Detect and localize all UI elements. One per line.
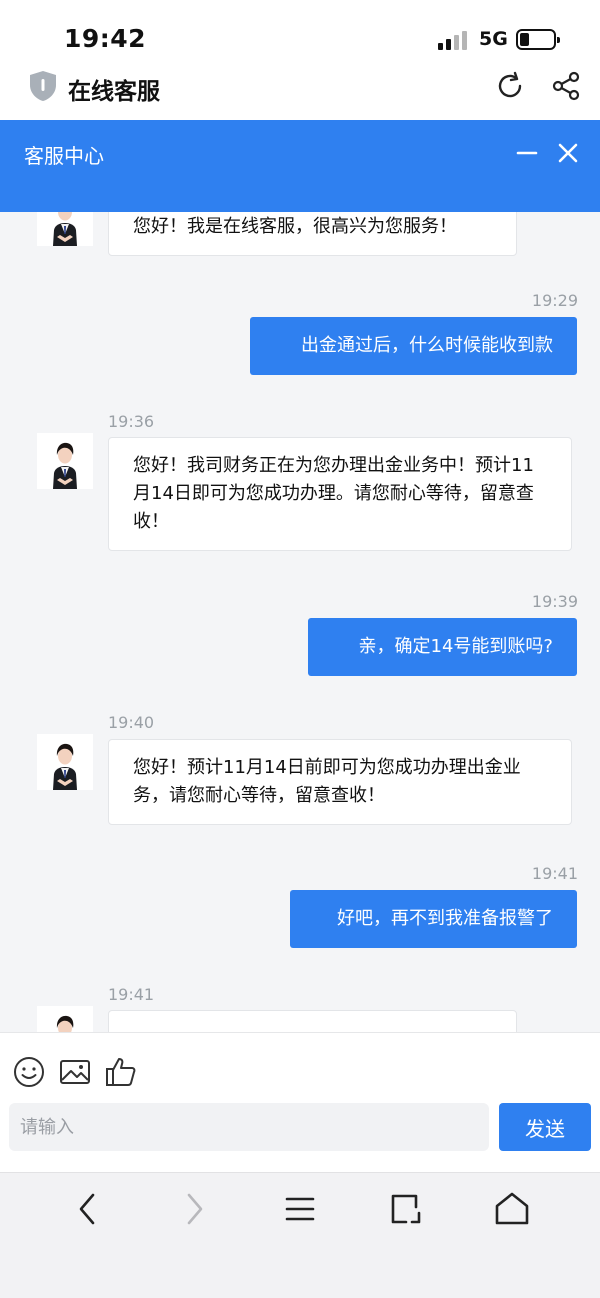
message-input-row: 发送 bbox=[0, 1100, 600, 1172]
message-bubble-incoming: 您好！我是在线客服，很高兴为您服务！ bbox=[108, 212, 517, 256]
message-time: 19:39 bbox=[531, 592, 578, 611]
image-icon[interactable] bbox=[58, 1055, 92, 1089]
chat-title: 客服中心 bbox=[24, 144, 104, 168]
agent-avatar bbox=[37, 1006, 93, 1032]
message-time: 19:36 bbox=[108, 412, 155, 431]
minimize-icon[interactable] bbox=[512, 138, 542, 168]
home-icon[interactable] bbox=[492, 1189, 532, 1229]
forward-icon[interactable] bbox=[174, 1189, 214, 1229]
agent-avatar bbox=[37, 734, 93, 790]
page-title: 在线客服 bbox=[68, 79, 160, 105]
chat-toolbar bbox=[0, 1032, 600, 1100]
status-bar: 19:42 5G bbox=[0, 0, 600, 64]
message-time: 19:41 bbox=[108, 985, 155, 1004]
refresh-icon[interactable] bbox=[494, 70, 526, 102]
app-header: 在线客服 bbox=[0, 64, 600, 120]
message-bubble-outgoing: 好吧，再不到我准备报警了 bbox=[290, 890, 577, 948]
signal-strength-icon bbox=[438, 30, 468, 50]
message-time: 19:41 bbox=[531, 864, 578, 883]
agent-avatar bbox=[37, 433, 93, 489]
network-type: 5G bbox=[479, 28, 508, 50]
message-bubble-incoming bbox=[108, 1010, 517, 1032]
battery-icon bbox=[516, 29, 560, 50]
browser-nav-bar bbox=[0, 1172, 600, 1298]
share-icon[interactable] bbox=[550, 70, 582, 102]
thumbs-up-icon[interactable] bbox=[104, 1055, 138, 1089]
message-bubble-outgoing: 亲，确定14号能到账吗? bbox=[308, 618, 577, 676]
send-button[interactable]: 发送 bbox=[499, 1103, 591, 1151]
status-time: 19:42 bbox=[64, 24, 147, 53]
chat-header: 客服中心 bbox=[0, 120, 600, 212]
agent-avatar bbox=[37, 212, 93, 246]
message-bubble-incoming: 您好！预计11月14日前即可为您成功办理出金业务，请您耐心等待，留意查收！ bbox=[108, 739, 572, 825]
message-time: 19:40 bbox=[108, 713, 155, 732]
message-bubble-incoming: 您好！我司财务正在为您办理出金业务中！预计11月14日即可为您成功办理。请您耐心… bbox=[108, 437, 572, 551]
message-input[interactable] bbox=[9, 1103, 489, 1151]
tabs-icon[interactable] bbox=[386, 1189, 426, 1229]
back-icon[interactable] bbox=[68, 1189, 108, 1229]
message-bubble-outgoing: 出金通过后，什么时候能收到款 bbox=[250, 317, 577, 375]
emoji-icon[interactable] bbox=[12, 1055, 46, 1089]
close-icon[interactable] bbox=[553, 138, 583, 168]
message-time: 19:29 bbox=[531, 291, 578, 310]
chat-message-list[interactable]: 您好！我是在线客服，很高兴为您服务！ 19:29 出金通过后，什么时候能收到款 … bbox=[0, 212, 600, 1032]
menu-icon[interactable] bbox=[280, 1189, 320, 1229]
shield-icon bbox=[30, 71, 56, 101]
